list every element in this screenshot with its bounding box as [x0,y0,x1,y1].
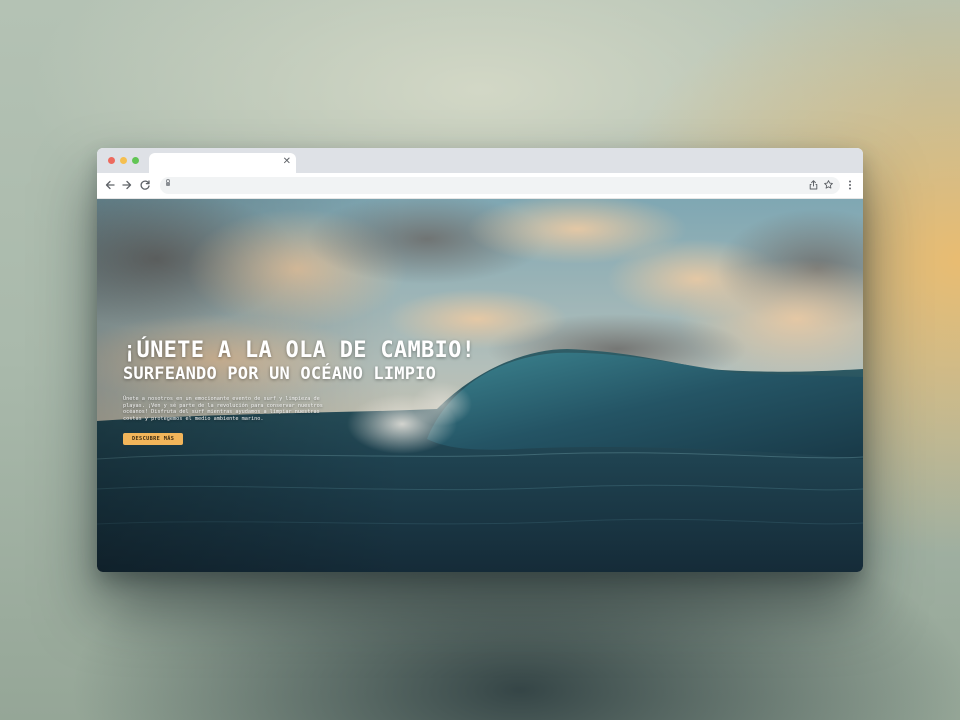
close-window-button[interactable] [108,157,115,164]
minimize-window-button[interactable] [120,157,127,164]
kebab-menu-icon[interactable] [845,178,855,192]
reload-icon[interactable] [138,178,152,192]
tab-strip: ✕ [97,148,863,173]
page-viewport: ¡ÚNETE A LA OLA DE CAMBIO! SURFEANDO POR… [97,199,863,572]
share-icon[interactable] [807,178,820,192]
maximize-window-button[interactable] [132,157,139,164]
lock-icon [166,179,170,186]
back-arrow-icon[interactable] [103,178,117,192]
forward-arrow-icon[interactable] [120,178,134,192]
browser-window: ✕ ¡ÚNETE A LA OLA DE CAMBIO! SURFEANDO P… [97,148,863,572]
hero-subtitle: SURFEANDO POR UN OCÉANO LIMPIO [123,364,437,384]
address-bar[interactable] [160,177,840,194]
hero-content: ¡ÚNETE A LA OLA DE CAMBIO! SURFEANDO POR… [123,337,543,446]
hero-title: ¡ÚNETE A LA OLA DE CAMBIO! [123,338,476,363]
star-icon[interactable] [822,178,835,192]
discover-more-button[interactable]: DESCUBRE MÁS [123,433,184,446]
hero-description: Únete a nosotros en un emocionante event… [123,396,323,422]
browser-tab[interactable]: ✕ [149,153,296,173]
tab-close-icon[interactable]: ✕ [283,156,291,168]
browser-toolbar [97,173,863,199]
